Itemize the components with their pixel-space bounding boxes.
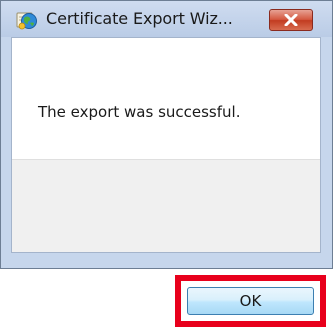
success-message: The export was successful. [38, 103, 241, 121]
close-button[interactable] [269, 9, 313, 31]
title-bar[interactable]: Certificate Export Wiz... [1, 1, 332, 37]
close-icon [284, 11, 298, 30]
window-title: Certificate Export Wiz... [46, 9, 233, 28]
certificate-globe-icon [16, 9, 38, 31]
button-bar: OK [12, 159, 326, 327]
ok-button[interactable]: OK [187, 287, 314, 315]
dialog-window: Certificate Export Wiz... The export was… [0, 0, 333, 327]
ok-button-highlight: OK [175, 275, 326, 327]
dialog-content: The export was successful. OK [11, 37, 326, 327]
